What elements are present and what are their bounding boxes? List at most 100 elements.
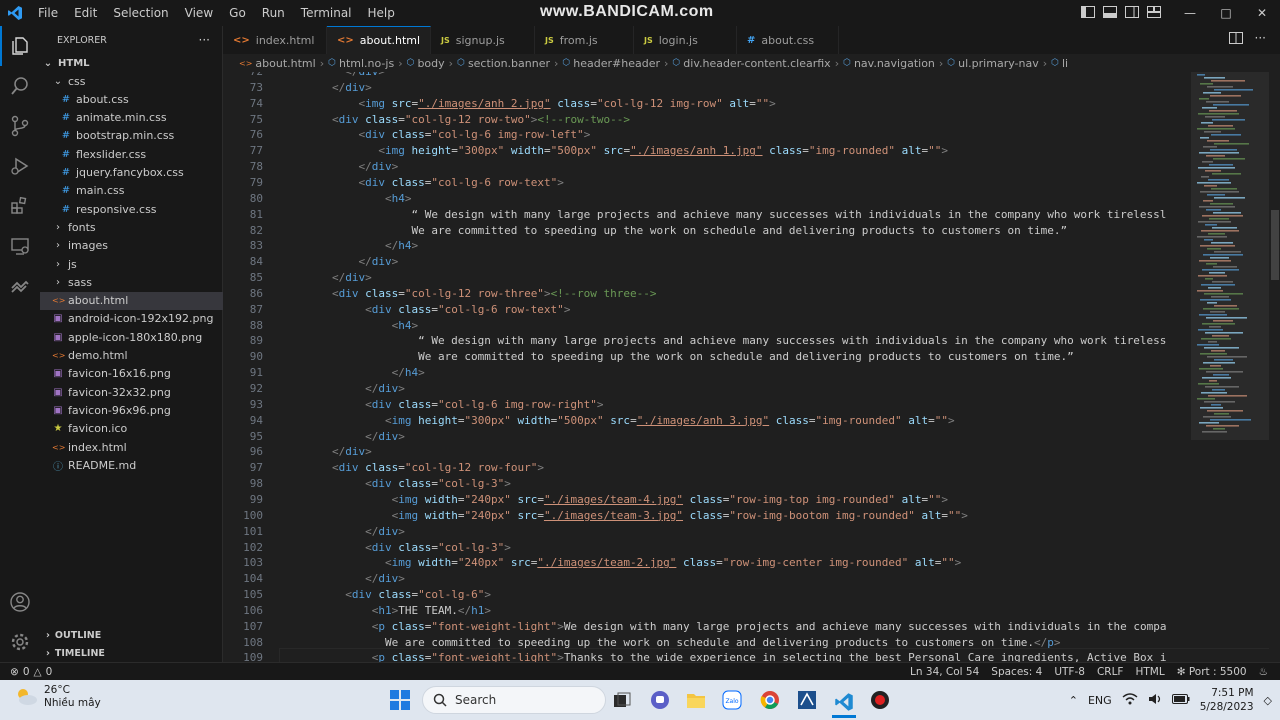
outline-section[interactable]: › OUTLINE xyxy=(40,626,223,644)
minimap[interactable] xyxy=(1191,72,1269,662)
tab-from-js[interactable]: JS from.js xyxy=(535,26,634,54)
tab-index-html[interactable]: <> index.html xyxy=(223,26,327,54)
notification-center-icon[interactable]: ◇ xyxy=(1264,694,1272,707)
breadcrumb-item[interactable]: div.header-content.clearfix xyxy=(683,57,830,70)
battery-icon[interactable] xyxy=(1171,693,1190,707)
file-item[interactable]: ▣ favicon-16x16.png xyxy=(40,365,223,383)
search-icon[interactable] xyxy=(0,66,40,106)
folder-item[interactable]: › js xyxy=(40,255,223,273)
tray-overflow-icon[interactable]: ⌃ xyxy=(1069,694,1078,707)
vscode-taskbar-icon[interactable] xyxy=(832,688,856,718)
scrollbar-thumb[interactable] xyxy=(1271,210,1279,280)
notifications-bell-icon[interactable]: ♨ xyxy=(1259,666,1268,678)
file-explorer-icon[interactable] xyxy=(684,688,708,712)
file-item[interactable]: # about.css xyxy=(40,90,223,108)
system-clock[interactable]: 7:51 PM 5/28/2023 xyxy=(1200,686,1254,714)
accounts-icon[interactable] xyxy=(0,582,40,622)
zalo-icon[interactable]: Zalo xyxy=(720,688,744,712)
tab-signup-js[interactable]: JS signup.js xyxy=(431,26,535,54)
file-item[interactable]: ▣ apple-icon-180x180.png xyxy=(40,328,223,346)
breadcrumb-item[interactable]: li xyxy=(1062,57,1068,70)
teams-chat-icon[interactable] xyxy=(648,688,672,712)
timeline-section[interactable]: › TIMELINE xyxy=(40,644,223,662)
file-item[interactable]: ⓘ README.md xyxy=(40,456,223,474)
menu-go[interactable]: Go xyxy=(221,0,254,26)
breadcrumb-item[interactable]: section.banner xyxy=(468,57,550,70)
file-item[interactable]: <> demo.html xyxy=(40,347,223,365)
folder-item[interactable]: › sass xyxy=(40,273,223,291)
cursor-position[interactable]: Ln 34, Col 54 xyxy=(910,666,979,678)
file-item[interactable]: <> index.html xyxy=(40,438,223,456)
extensions-icon[interactable] xyxy=(0,186,40,226)
taskbar-search[interactable]: Search xyxy=(422,686,606,714)
code-token: > xyxy=(954,556,962,570)
file-item[interactable]: ▣ favicon-32x32.png xyxy=(40,383,223,401)
file-item[interactable]: <> about.html xyxy=(40,291,223,310)
tab-about-html[interactable]: <>about.html✕ xyxy=(327,26,439,54)
close-icon[interactable]: ✕ xyxy=(1244,0,1280,26)
folder-item[interactable]: ⌄ css xyxy=(40,72,223,90)
file-item[interactable]: ★ favicon.ico xyxy=(40,420,223,438)
minimap-viewport[interactable] xyxy=(1191,72,1269,440)
customize-layout-icon[interactable] xyxy=(1146,4,1162,20)
live-share-icon[interactable] xyxy=(0,266,40,306)
settings-gear-icon[interactable] xyxy=(0,622,40,662)
indentation[interactable]: Spaces: 4 xyxy=(991,666,1042,678)
wifi-icon[interactable] xyxy=(1122,692,1138,708)
problems-indicator[interactable]: ⊗ 0 △ 0 xyxy=(0,666,52,678)
input-language[interactable]: ENG xyxy=(1088,694,1112,707)
menu-selection[interactable]: Selection xyxy=(105,0,176,26)
breadcrumb-item[interactable]: body xyxy=(417,57,444,70)
code-editor[interactable]: 7273 74 75 76 77 7879 80 81 82 83 84 8586 87 88 89 90 91… xyxy=(223,72,1280,662)
tab-about-css[interactable]: # about.css xyxy=(737,26,839,54)
file-item[interactable]: # flexslider.css xyxy=(40,145,223,163)
file-item[interactable]: # main.css xyxy=(40,182,223,200)
cloudy-weather-icon xyxy=(18,689,37,705)
split-editor-icon[interactable] xyxy=(1228,32,1243,47)
file-item[interactable]: # responsive.css xyxy=(40,200,223,218)
folder-item[interactable]: › fonts xyxy=(40,218,223,236)
weather-widget[interactable]: 26°C Nhiều mây xyxy=(14,684,101,710)
start-button-icon[interactable] xyxy=(388,688,412,712)
language-mode[interactable]: HTML xyxy=(1135,666,1164,678)
line-ending[interactable]: CRLF xyxy=(1097,666,1124,678)
toggle-panel-icon[interactable] xyxy=(1102,4,1118,20)
menu-run[interactable]: Run xyxy=(254,0,293,26)
more-actions-icon[interactable]: ··· xyxy=(1255,32,1266,47)
live-server-port[interactable]: ✻ Port : 5500 xyxy=(1177,666,1247,678)
file-item[interactable]: # animate.min.css xyxy=(40,109,223,127)
menu-file[interactable]: File xyxy=(30,0,66,26)
menu-edit[interactable]: Edit xyxy=(66,0,105,26)
maximize-icon[interactable]: □ xyxy=(1208,0,1244,26)
chrome-icon[interactable] xyxy=(758,688,782,712)
source-control-icon[interactable] xyxy=(0,106,40,146)
encoding[interactable]: UTF-8 xyxy=(1054,666,1085,678)
file-item[interactable]: ▣ android-icon-192x192.png xyxy=(40,310,223,328)
minimize-icon[interactable]: — xyxy=(1172,0,1208,26)
file-item[interactable]: # jquery.fancybox.css xyxy=(40,164,223,182)
more-actions-icon[interactable]: ··· xyxy=(199,33,210,47)
toggle-primary-sidebar-icon[interactable] xyxy=(1080,4,1096,20)
task-view-icon[interactable] xyxy=(610,688,634,712)
breadcrumb-item[interactable]: header#header xyxy=(573,57,660,70)
ssms-icon[interactable] xyxy=(795,688,819,712)
explorer-icon[interactable] xyxy=(0,26,40,66)
file-item[interactable]: # bootstrap.min.css xyxy=(40,127,223,145)
volume-icon[interactable] xyxy=(1148,693,1162,708)
run-debug-icon[interactable] xyxy=(0,146,40,186)
folder-item[interactable]: › images xyxy=(40,237,223,255)
menu-help[interactable]: Help xyxy=(360,0,403,26)
breadcrumb-item[interactable]: about.html xyxy=(255,57,315,70)
tab-login-js[interactable]: JS login.js xyxy=(634,26,737,54)
bandicam-record-icon[interactable] xyxy=(868,688,892,712)
vertical-scrollbar[interactable] xyxy=(1269,72,1280,662)
breadcrumb-item[interactable]: html.no-js xyxy=(339,57,394,70)
menu-terminal[interactable]: Terminal xyxy=(293,0,360,26)
toggle-secondary-sidebar-icon[interactable] xyxy=(1124,4,1140,20)
file-item[interactable]: ▣ favicon-96x96.png xyxy=(40,401,223,419)
breadcrumb-item[interactable]: nav.navigation xyxy=(854,57,935,70)
remote-explorer-icon[interactable] xyxy=(0,226,40,266)
workspace-root[interactable]: ⌄ HTML xyxy=(40,54,223,72)
menu-view[interactable]: View xyxy=(177,0,221,26)
breadcrumb-item[interactable]: ul.primary-nav xyxy=(958,57,1039,70)
